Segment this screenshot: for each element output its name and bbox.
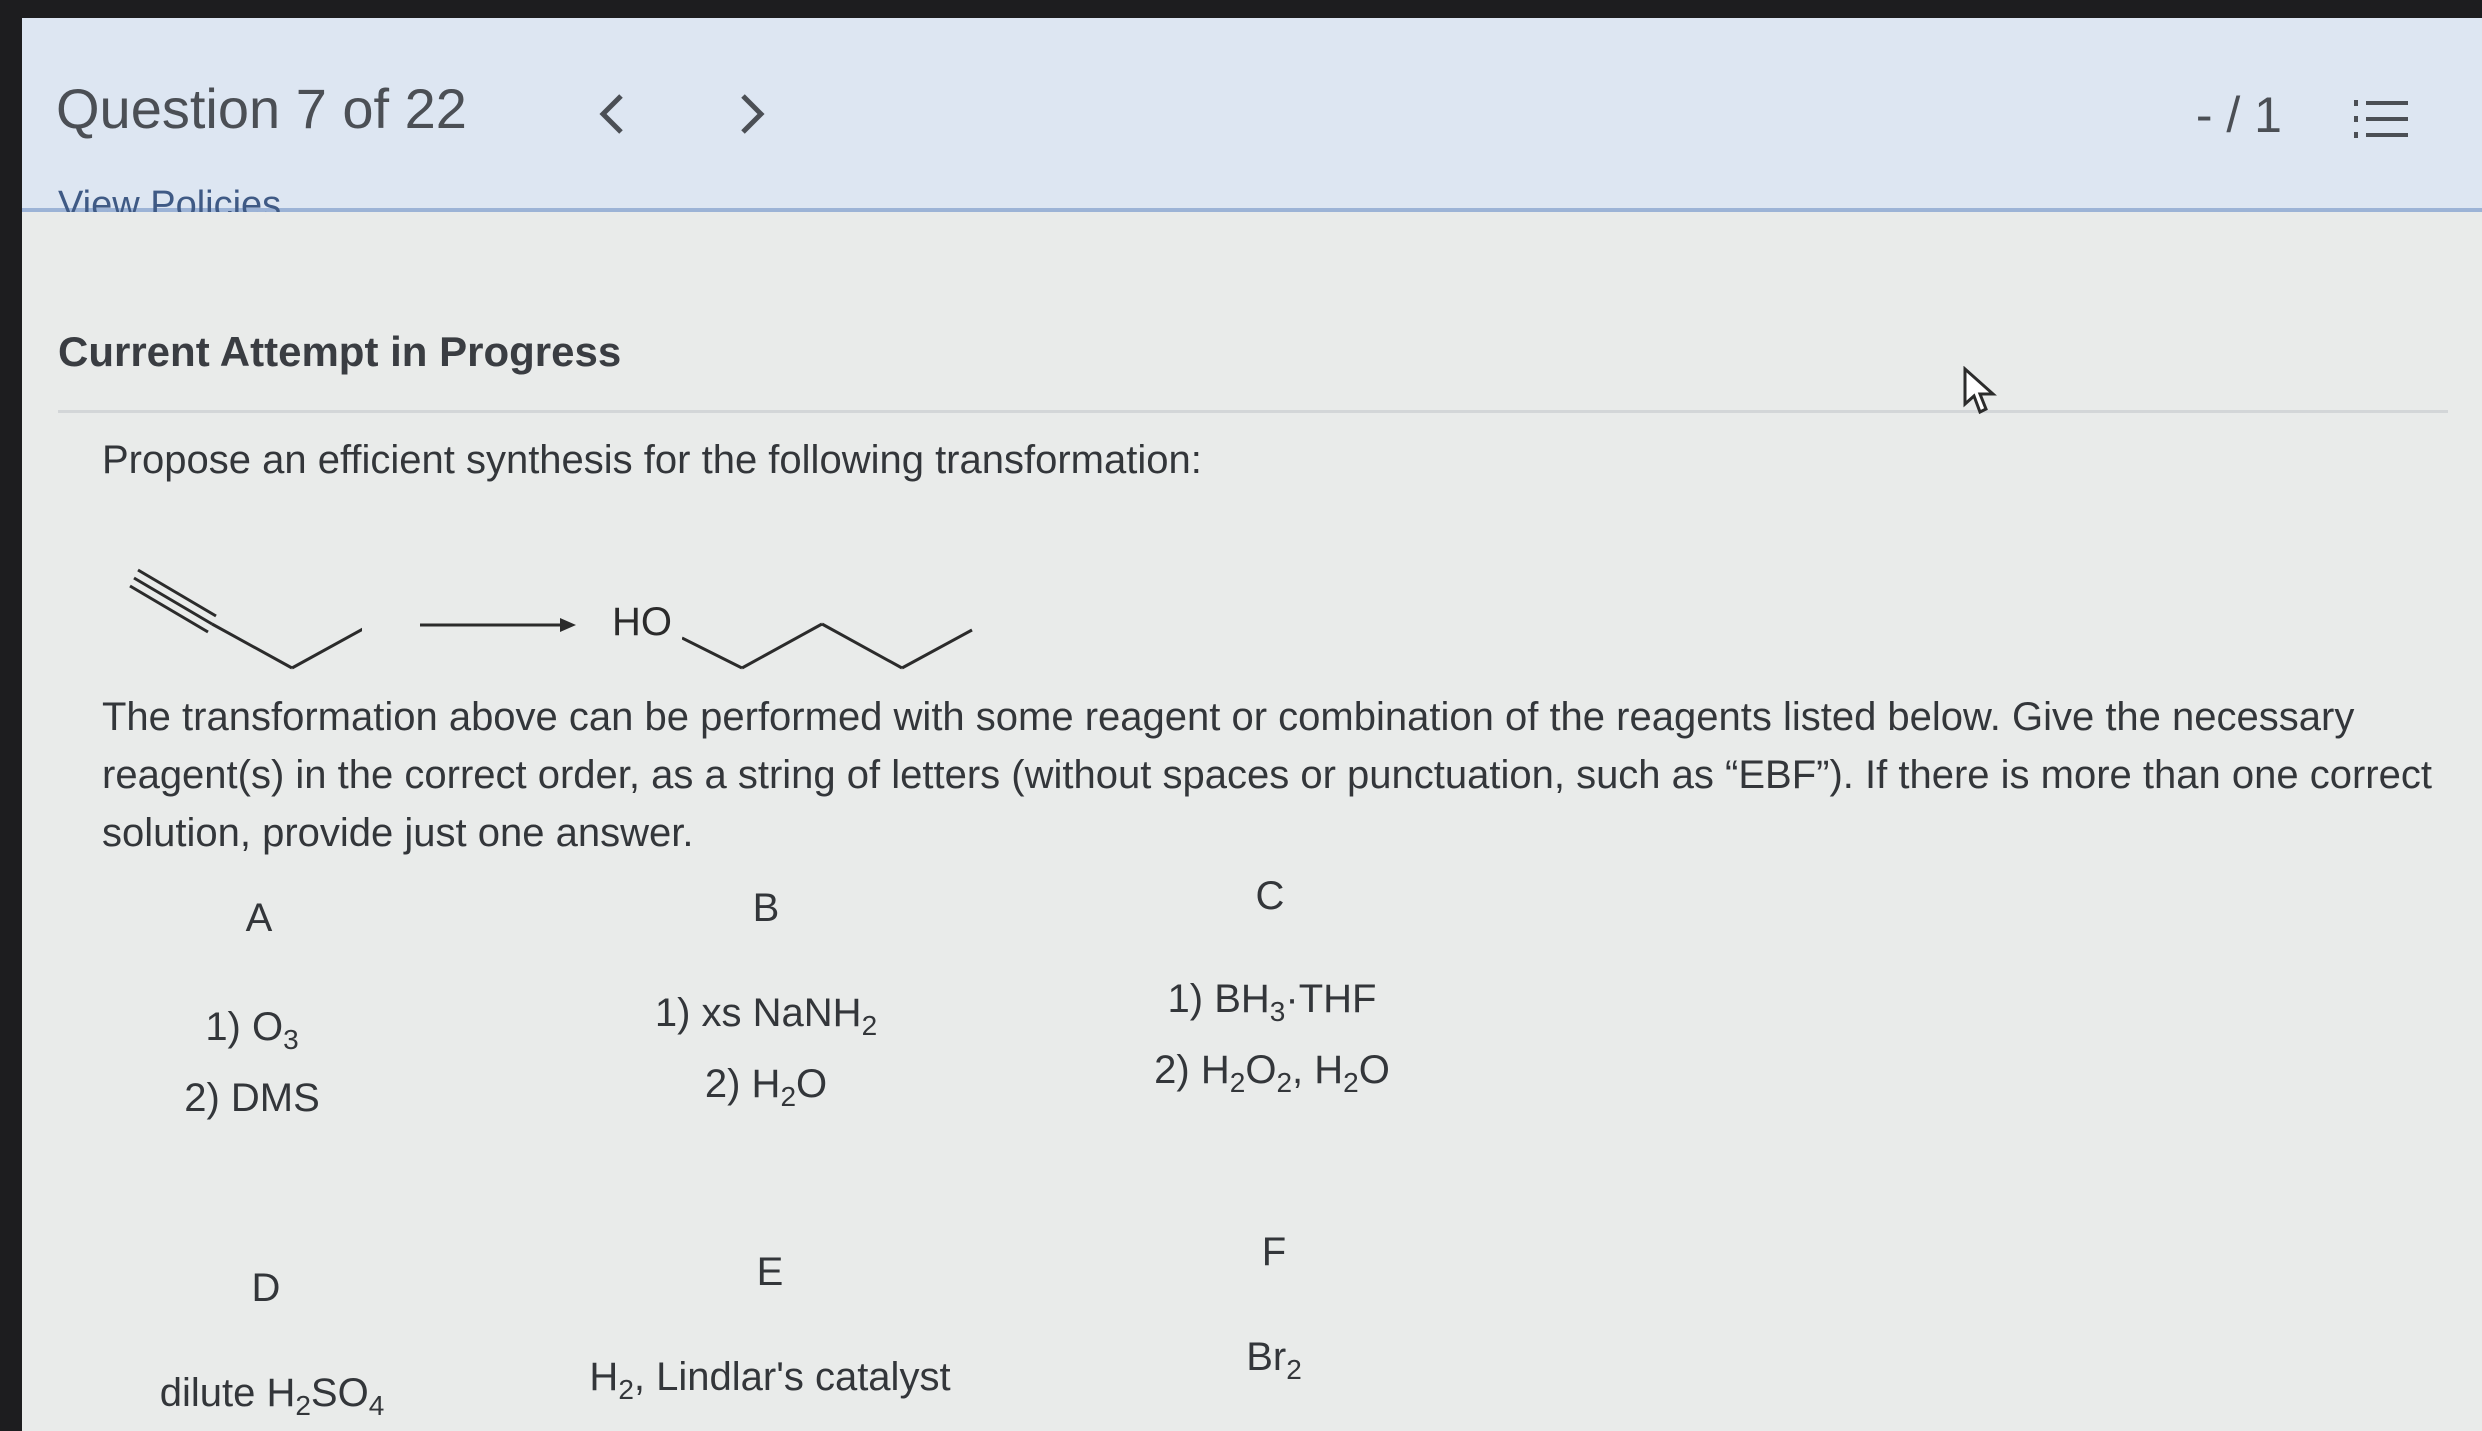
option-f-letter: F: [1261, 1230, 1287, 1274]
question-instructions: The transformation above can be performe…: [102, 695, 2432, 855]
option-b-reagents: 1) xs NaNH2 2) H2O: [556, 984, 976, 1126]
option-b-letter: B: [752, 886, 780, 930]
option-f-reagents: Br2: [1064, 1328, 1484, 1399]
attempt-heading: Current Attempt in Progress: [58, 328, 622, 375]
option-c-reagents: 1) BH3·THF 2) H2O2, H2O: [1062, 970, 1482, 1112]
option-e-reagents: H2, Lindlar's catalyst: [560, 1348, 980, 1419]
product-hydroxyl-label: HO: [612, 600, 672, 644]
previous-question-button[interactable]: [582, 84, 642, 144]
option-c-step-1: 1) BH3·THF: [1167, 977, 1377, 1027]
option-a-step-2: 2) DMS: [184, 1076, 320, 1120]
score-display: - / 1: [2195, 87, 2282, 143]
reaction-scheme: HO: [102, 538, 1002, 688]
option-e-letter: E: [756, 1250, 784, 1294]
section-divider: [58, 410, 2448, 413]
option-a-step-1: 1) O3: [205, 1005, 299, 1055]
reaction-arrow: [420, 618, 576, 632]
quiz-screen: Question 7 of 22 - / 1 View Policies Cur: [22, 18, 2482, 1431]
question-prompt: Propose an efficient synthesis for the f…: [102, 438, 1202, 482]
reactant-alkyne-structure: [129, 568, 362, 670]
option-d-letter: D: [251, 1266, 281, 1310]
option-a-reagents: 1) O3 2) DMS: [42, 998, 462, 1127]
view-policies-link[interactable]: View Policies: [58, 186, 281, 212]
option-d-reagents: dilute H2SO4: [62, 1364, 482, 1431]
question-header: Question 7 of 22 - / 1: [22, 18, 2482, 212]
option-d-step-1: dilute H2SO4: [159, 1371, 385, 1421]
next-question-button[interactable]: [722, 84, 782, 144]
mouse-cursor-icon: [1963, 366, 1997, 415]
option-e-step-1: H2, Lindlar's catalyst: [589, 1355, 951, 1405]
option-c-letter: C: [1255, 874, 1285, 918]
chevron-left-icon: [599, 94, 623, 134]
question-counter: Question 7 of 22: [56, 77, 467, 140]
option-c-step-2: 2) H2O2, H2O: [1154, 1048, 1390, 1098]
option-f-step-1: Br2: [1246, 1335, 1302, 1385]
option-a-letter: A: [245, 896, 273, 940]
option-b-step-1: 1) xs NaNH2: [654, 991, 878, 1041]
option-b-step-2: 2) H2O: [704, 1062, 828, 1112]
question-list-button[interactable]: [2352, 96, 2412, 156]
chevron-right-icon: [741, 94, 765, 134]
product-alcohol-structure: [682, 622, 973, 670]
numbered-list-icon: [2354, 100, 2408, 138]
